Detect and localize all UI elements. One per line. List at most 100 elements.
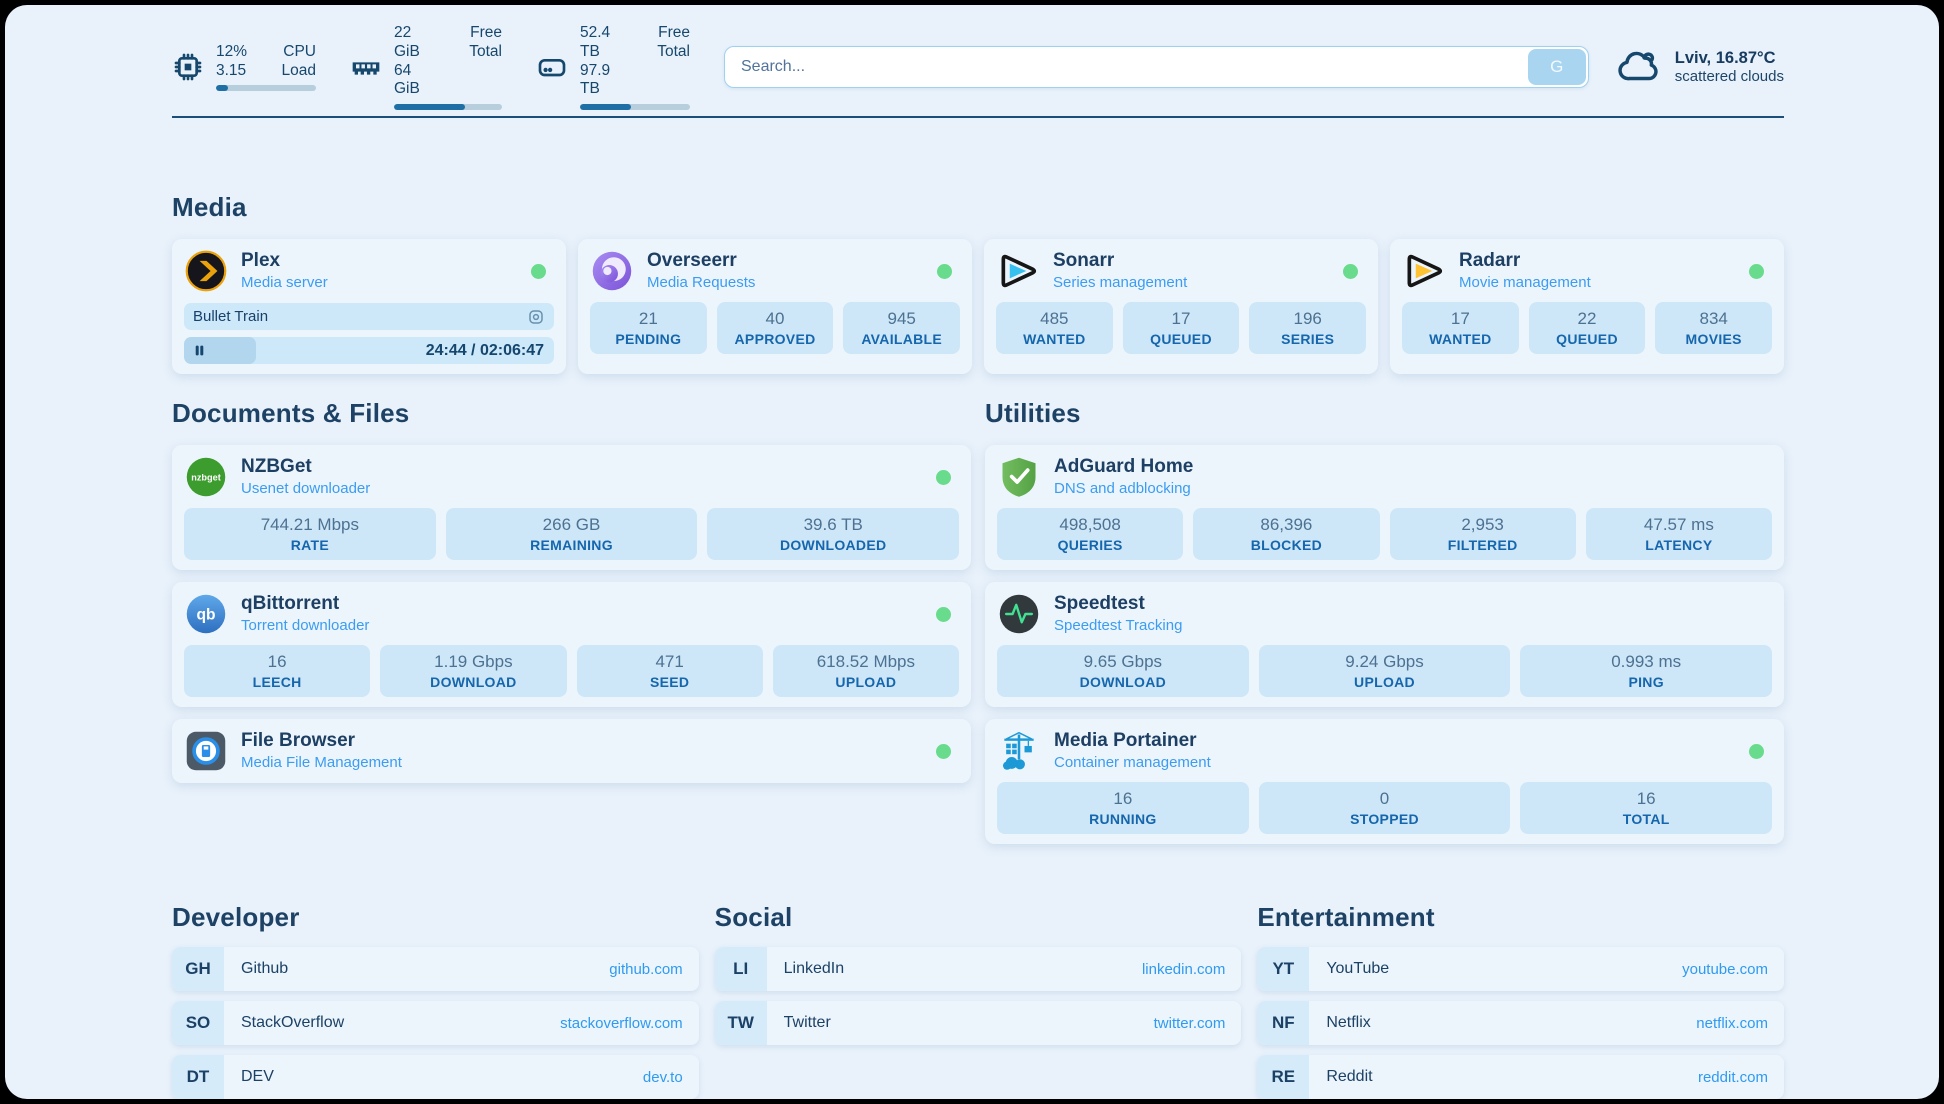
app-card-portainer[interactable]: Media Portainer Container management 16 … [985, 719, 1784, 844]
app-name: File Browser [241, 730, 402, 752]
link-url: netflix.com [1696, 1015, 1768, 1032]
developer-section-title: Developer [172, 902, 699, 933]
app-card-speedtest[interactable]: Speedtest Speedtest Tracking 9.65 Gbps D… [985, 582, 1784, 707]
memory-stat: 22 GiB 64 GiB Free Total [350, 24, 502, 111]
link-name: Reddit [1326, 1068, 1372, 1086]
cpu-load-avg: 3.15 [216, 62, 247, 81]
weather-location-temp: Lviv, 16.87°C [1675, 49, 1784, 68]
link-name: DEV [241, 1068, 274, 1086]
radarr-icon [1402, 249, 1446, 293]
link-url: dev.to [643, 1069, 683, 1086]
cpu-label-1: CPU [282, 43, 316, 62]
link-netflix[interactable]: NF Netflix netflix.com [1257, 1001, 1784, 1045]
system-stats: 12% 3.15 CPU Load [172, 24, 690, 111]
link-linkedin[interactable]: LI LinkedIn linkedin.com [715, 947, 1242, 991]
app-card-plex[interactable]: Plex Media server Bullet Train [172, 239, 566, 374]
playback-progress-bar[interactable]: 24:44 / 02:06:47 [184, 337, 554, 364]
app-card-nzbget[interactable]: nzbget NZBGet Usenet downloader 744.21 M… [172, 445, 971, 570]
top-bar: 12% 3.15 CPU Load [172, 39, 1784, 95]
link-name: YouTube [1326, 960, 1389, 978]
cpu-icon [172, 51, 204, 83]
stat-queries: 498,508 QUERIES [997, 508, 1183, 560]
status-dot [1749, 264, 1764, 279]
link-name: StackOverflow [241, 1014, 344, 1032]
stat-seed: 471 SEED [577, 645, 763, 697]
stat-latency: 47.57 ms LATENCY [1586, 508, 1772, 560]
app-subtitle: DNS and adblocking [1054, 480, 1193, 497]
portainer-icon [997, 729, 1041, 773]
app-name: Plex [241, 250, 328, 272]
app-name: NZBGet [241, 456, 370, 478]
app-card-filebrowser[interactable]: File Browser Media File Management [172, 719, 971, 783]
app-name: Speedtest [1054, 593, 1182, 615]
svg-text:qb: qb [196, 607, 215, 624]
link-youtube[interactable]: YT YouTube youtube.com [1257, 947, 1784, 991]
stat-upload: 9.24 Gbps UPLOAD [1259, 645, 1511, 697]
link-twitter[interactable]: TW Twitter twitter.com [715, 1001, 1242, 1045]
status-dot [937, 264, 952, 279]
link-stackoverflow[interactable]: SO StackOverflow stackoverflow.com [172, 1001, 699, 1045]
search-input[interactable] [724, 46, 1589, 88]
link-badge: LI [715, 947, 767, 991]
overseerr-icon [590, 249, 634, 293]
section-entertainment: Entertainment YT YouTube youtube.com NF … [1257, 902, 1784, 1099]
stat-queued: 22 QUEUED [1529, 302, 1646, 354]
now-playing-title: Bullet Train [193, 308, 268, 325]
status-dot [1749, 744, 1764, 759]
stat-filtered: 2,953 FILTERED [1390, 508, 1576, 560]
link-reddit[interactable]: RE Reddit reddit.com [1257, 1055, 1784, 1099]
stat-approved: 40 APPROVED [717, 302, 834, 354]
app-subtitle: Torrent downloader [241, 617, 369, 634]
app-card-sonarr[interactable]: Sonarr Series management 485 WANTED 17 Q… [984, 239, 1378, 374]
app-name: AdGuard Home [1054, 456, 1193, 478]
app-card-overseerr[interactable]: Overseerr Media Requests 21 PENDING 40 A… [578, 239, 972, 374]
app-subtitle: Series management [1053, 274, 1187, 291]
entertainment-section-title: Entertainment [1257, 902, 1784, 933]
status-dot [1343, 264, 1358, 279]
search-bar: G [724, 46, 1589, 88]
stat-wanted: 485 WANTED [996, 302, 1113, 354]
cast-icon[interactable] [527, 308, 545, 326]
section-social: Social LI LinkedIn linkedin.com TW Twitt… [715, 902, 1242, 1099]
link-url: github.com [609, 961, 682, 978]
link-url: twitter.com [1154, 1015, 1226, 1032]
link-url: linkedin.com [1142, 961, 1225, 978]
cpu-stat: 12% 3.15 CPU Load [172, 43, 316, 92]
disk-total: 97.9 TB [580, 62, 627, 100]
playback-time: 24:44 / 02:06:47 [426, 337, 544, 364]
pause-icon[interactable] [193, 344, 206, 357]
stat-wanted: 17 WANTED [1402, 302, 1519, 354]
app-card-radarr[interactable]: Radarr Movie management 17 WANTED 22 QUE… [1390, 239, 1784, 374]
app-name: Overseerr [647, 250, 755, 272]
search-engine-button[interactable]: G [1528, 49, 1586, 85]
cpu-progress-bar [216, 85, 316, 91]
section-media: Media Plex Media server Bullet Train [172, 192, 1784, 374]
link-badge: DT [172, 1055, 224, 1099]
section-documents: Documents & Files nzbget NZBGet Usenet d… [172, 398, 971, 844]
weather-condition: scattered clouds [1675, 68, 1784, 85]
disk-stat: 52.4 TB 97.9 TB Free Total [536, 24, 690, 111]
disk-free: 52.4 TB [580, 24, 627, 62]
social-section-title: Social [715, 902, 1242, 933]
dashboard-page: 12% 3.15 CPU Load [5, 5, 1939, 1099]
app-card-qbittorrent[interactable]: qb qBittorrent Torrent downloader 16 LEE… [172, 582, 971, 707]
speedtest-icon [997, 592, 1041, 636]
status-dot [936, 470, 951, 485]
weather-widget: Lviv, 16.87°C scattered clouds [1617, 44, 1784, 90]
app-subtitle: Media Requests [647, 274, 755, 291]
link-name: Twitter [784, 1014, 831, 1032]
app-subtitle: Movie management [1459, 274, 1591, 291]
link-url: stackoverflow.com [560, 1015, 683, 1032]
cloud-icon [1617, 44, 1663, 90]
stat-download: 9.65 Gbps DOWNLOAD [997, 645, 1249, 697]
app-subtitle: Media server [241, 274, 328, 291]
status-dot [936, 607, 951, 622]
ram-icon [350, 51, 382, 83]
ram-progress-bar [394, 104, 502, 110]
link-github[interactable]: GH Github github.com [172, 947, 699, 991]
stat-running: 16 RUNNING [997, 782, 1249, 834]
link-badge: SO [172, 1001, 224, 1045]
link-dev[interactable]: DT DEV dev.to [172, 1055, 699, 1099]
link-badge: GH [172, 947, 224, 991]
app-card-adguard[interactable]: AdGuard Home DNS and adblocking 498,508 … [985, 445, 1784, 570]
